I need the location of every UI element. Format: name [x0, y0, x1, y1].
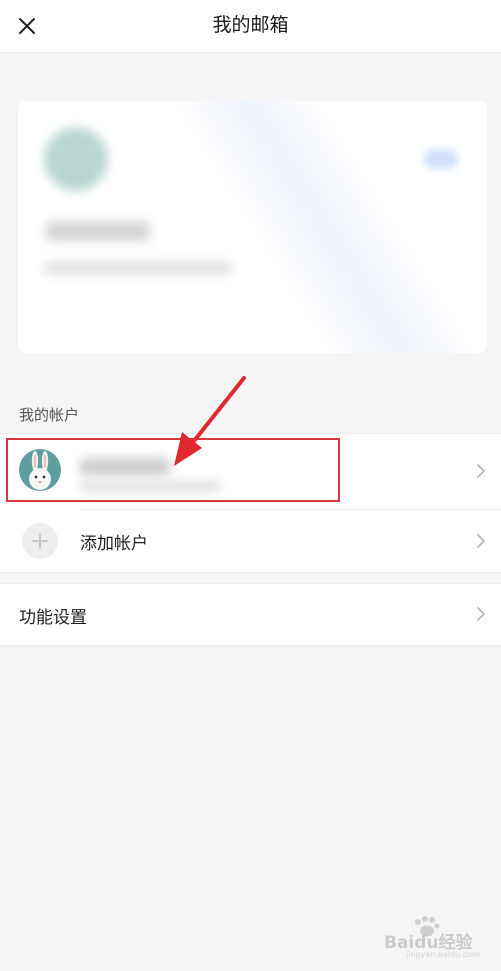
settings-label: 功能设置 [19, 608, 87, 628]
chevron-right-icon [477, 607, 485, 621]
page-title: 我的邮箱 [212, 14, 289, 36]
chevron-right-icon [477, 534, 485, 548]
profile-avatar [44, 127, 108, 191]
card-decoration [171, 101, 487, 353]
close-icon [19, 18, 35, 34]
watermark-url: jingyan.baidu.com [406, 950, 480, 959]
profile-card[interactable] [18, 101, 487, 353]
settings-row[interactable]: 功能设置 [0, 583, 501, 646]
profile-name-redacted [46, 221, 150, 241]
account-name-redacted [80, 458, 170, 476]
rabbit-avatar [19, 449, 61, 491]
account-email-redacted [80, 480, 220, 492]
account-row[interactable] [0, 434, 501, 508]
add-icon [22, 523, 58, 559]
chevron-right-icon [477, 464, 485, 478]
watermark-brand: Baidu经验 [384, 933, 473, 953]
close-button[interactable] [10, 9, 44, 43]
paw-icon [415, 916, 440, 937]
nav-bar: 我的邮箱 [0, 0, 501, 53]
add-account-label: 添加帐户 [80, 534, 148, 554]
section-label-accounts: 我的帐户 [19, 406, 80, 424]
watermark: Baidu经验 jingyan.baidu.com [384, 916, 494, 960]
add-account-button[interactable]: 添加帐户 [0, 510, 501, 572]
profile-email-redacted [44, 261, 232, 275]
accounts-list: 添加帐户 [0, 433, 501, 573]
profile-badge [424, 149, 458, 169]
